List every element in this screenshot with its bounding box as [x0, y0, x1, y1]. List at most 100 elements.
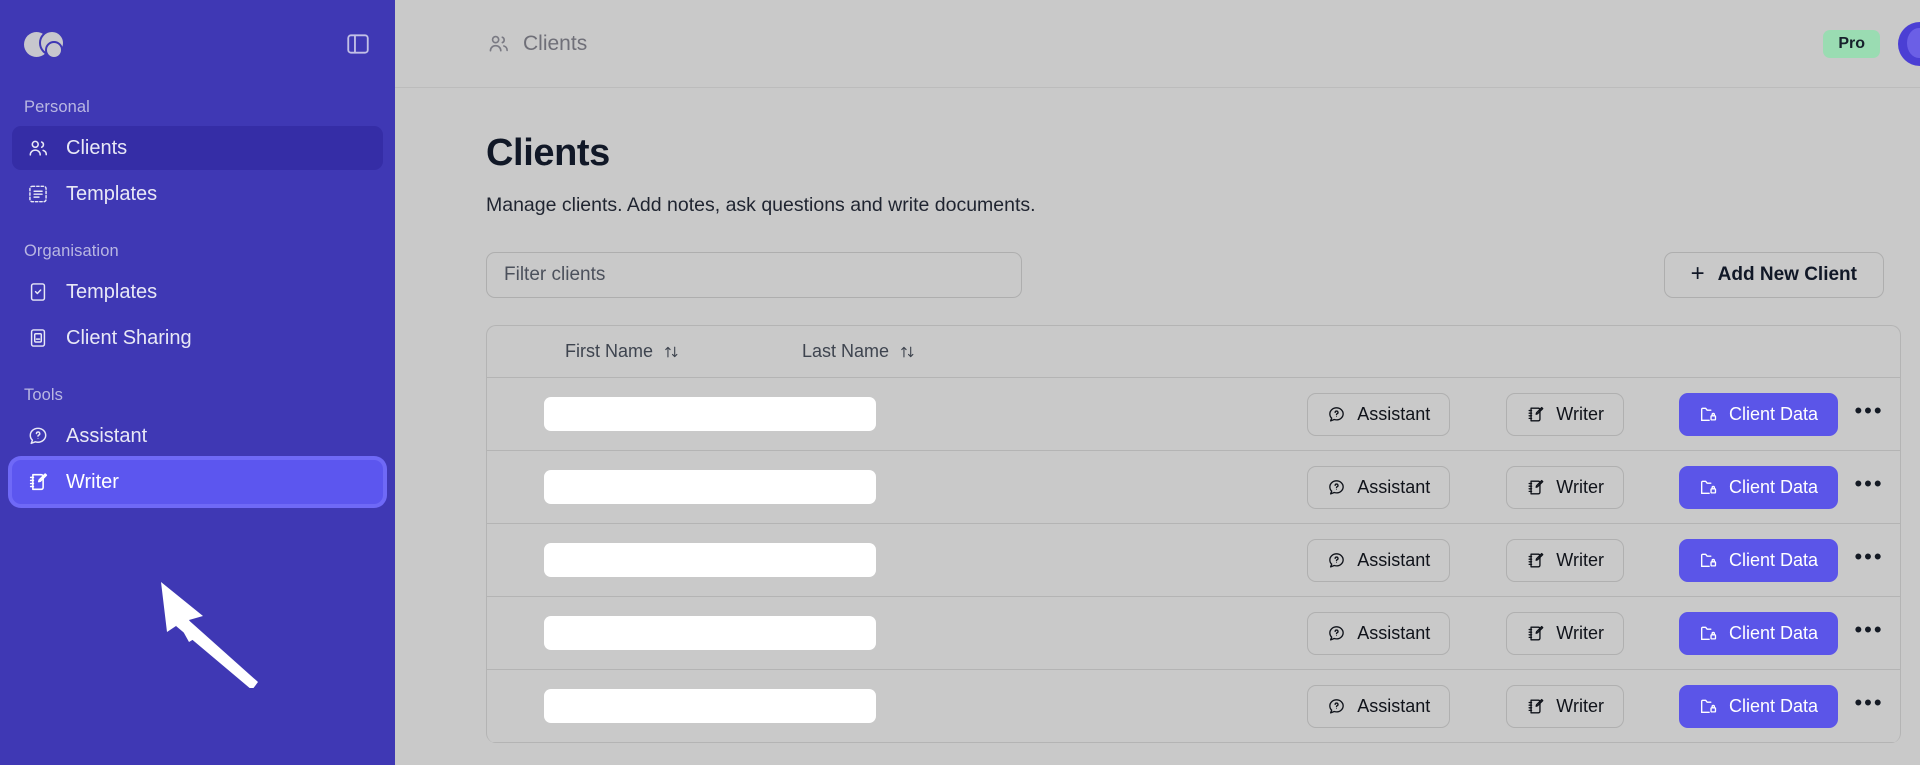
- redacted-client-name: [544, 470, 876, 504]
- column-header-label: First Name: [565, 341, 653, 362]
- folder-lock-icon: [1699, 697, 1718, 716]
- assistant-button[interactable]: Assistant: [1307, 393, 1450, 436]
- assistant-button[interactable]: Assistant: [1307, 612, 1450, 655]
- assistant-button[interactable]: Assistant: [1307, 685, 1450, 728]
- table-row[interactable]: Assistant Writer: [487, 378, 1900, 451]
- collapse-panel-icon[interactable]: [345, 31, 371, 57]
- row-action-buttons: Assistant Writer: [1307, 466, 1900, 509]
- sidebar-item-client-sharing[interactable]: Client Sharing: [12, 316, 383, 360]
- table-row[interactable]: Assistant Writer: [487, 597, 1900, 670]
- client-data-button[interactable]: Client Data: [1679, 685, 1838, 728]
- table-row[interactable]: Assistant Writer: [487, 670, 1900, 743]
- row-action-buttons: Assistant Writer: [1307, 685, 1900, 728]
- row-more-options-button[interactable]: •••: [1838, 619, 1900, 647]
- row-action-buttons: Assistant Writer: [1307, 393, 1900, 436]
- chat-question-icon: [1327, 551, 1346, 570]
- writer-button[interactable]: Writer: [1506, 393, 1624, 436]
- assistant-button[interactable]: Assistant: [1307, 539, 1450, 582]
- table-body: Assistant Writer: [487, 378, 1900, 743]
- sidebar-item-label: Client Sharing: [66, 327, 192, 350]
- assistant-button[interactable]: Assistant: [1307, 466, 1450, 509]
- top-bar: Clients Pro: [395, 0, 1920, 88]
- writer-label: Writer: [1556, 696, 1604, 717]
- sidebar-item-label: Assistant: [66, 425, 147, 448]
- top-bar-right: Pro: [1823, 22, 1920, 66]
- add-new-client-button[interactable]: + Add New Client: [1664, 252, 1884, 298]
- writer-button[interactable]: Writer: [1506, 612, 1624, 655]
- chat-question-icon: [1327, 478, 1346, 497]
- assistant-label: Assistant: [1357, 477, 1430, 498]
- sidebar-item-personal-templates[interactable]: Templates: [12, 172, 383, 216]
- assistant-label: Assistant: [1357, 623, 1430, 644]
- notebook-pencil-icon: [1526, 697, 1545, 716]
- filter-clients-input[interactable]: [486, 252, 1022, 298]
- id-card-icon: [26, 326, 50, 350]
- row-more-options-button[interactable]: •••: [1838, 692, 1900, 720]
- row-action-buttons: Assistant Writer: [1307, 539, 1900, 582]
- notebook-pencil-icon: [1526, 405, 1545, 424]
- sidebar-header: [12, 0, 383, 88]
- assistant-label: Assistant: [1357, 696, 1430, 717]
- plus-icon: +: [1691, 262, 1705, 286]
- table-header-row: First Name Last Name: [487, 326, 1900, 378]
- client-data-button[interactable]: Client Data: [1679, 393, 1838, 436]
- table-toolbar: + Add New Client: [486, 252, 1884, 298]
- sidebar-item-label: Templates: [66, 281, 157, 304]
- client-data-button[interactable]: Client Data: [1679, 466, 1838, 509]
- sidebar: Personal Clients: [0, 0, 395, 765]
- user-avatar[interactable]: [1898, 22, 1920, 66]
- sidebar-item-org-templates[interactable]: Templates: [12, 270, 383, 314]
- sidebar-item-clients[interactable]: Clients: [12, 126, 383, 170]
- redacted-client-name: [544, 616, 876, 650]
- template-icon: [26, 182, 50, 206]
- sidebar-item-label: Templates: [66, 183, 157, 206]
- table-row[interactable]: Assistant Writer: [487, 451, 1900, 524]
- column-header-last-name[interactable]: Last Name: [802, 341, 915, 362]
- sidebar-item-writer[interactable]: Writer: [12, 460, 383, 504]
- page-subtitle: Manage clients. Add notes, ask questions…: [486, 194, 1884, 217]
- users-icon: [486, 32, 510, 56]
- writer-label: Writer: [1556, 477, 1604, 498]
- notebook-pencil-icon: [26, 470, 50, 494]
- app-root: Personal Clients: [0, 0, 1920, 765]
- main-area: Clients Pro Clients Manage clients. Add …: [395, 0, 1920, 765]
- row-more-options-button[interactable]: •••: [1838, 400, 1900, 428]
- page-breadcrumb-title: Clients: [523, 32, 587, 56]
- row-more-options-button[interactable]: •••: [1838, 546, 1900, 574]
- redacted-client-name: [544, 689, 876, 723]
- table-row[interactable]: Assistant Writer: [487, 524, 1900, 597]
- folder-lock-icon: [1699, 478, 1718, 497]
- writer-button[interactable]: Writer: [1506, 685, 1624, 728]
- writer-button[interactable]: Writer: [1506, 466, 1624, 509]
- client-data-button[interactable]: Client Data: [1679, 612, 1838, 655]
- row-more-options-button[interactable]: •••: [1838, 473, 1900, 501]
- column-header-first-name[interactable]: First Name: [565, 341, 802, 362]
- client-data-label: Client Data: [1729, 696, 1818, 717]
- white-arrow-pointer: [160, 578, 270, 688]
- sidebar-item-assistant[interactable]: Assistant: [12, 414, 383, 458]
- sidebar-item-label: Writer: [66, 471, 119, 494]
- document-check-icon: [26, 280, 50, 304]
- notebook-pencil-icon: [1526, 478, 1545, 497]
- sidebar-section-organisation-label: Organisation: [12, 242, 383, 261]
- page-content: Clients Manage clients. Add notes, ask q…: [395, 88, 1920, 765]
- sidebar-section-personal-label: Personal: [12, 98, 383, 117]
- overlapping-circles-logo[interactable]: [24, 30, 64, 58]
- folder-lock-icon: [1699, 624, 1718, 643]
- notebook-pencil-icon: [1526, 624, 1545, 643]
- folder-lock-icon: [1699, 551, 1718, 570]
- chat-question-icon: [1327, 405, 1346, 424]
- sidebar-section-tools-label: Tools: [12, 386, 383, 405]
- client-data-label: Client Data: [1729, 550, 1818, 571]
- status-badge-pro[interactable]: Pro: [1823, 30, 1880, 58]
- chat-question-icon: [1327, 697, 1346, 716]
- client-data-button[interactable]: Client Data: [1679, 539, 1838, 582]
- row-action-buttons: Assistant Writer: [1307, 612, 1900, 655]
- notebook-pencil-icon: [1526, 551, 1545, 570]
- clients-table: First Name Last Name: [486, 325, 1901, 743]
- folder-lock-icon: [1699, 405, 1718, 424]
- writer-button[interactable]: Writer: [1506, 539, 1624, 582]
- sort-icon: [664, 344, 679, 360]
- writer-label: Writer: [1556, 550, 1604, 571]
- column-header-label: Last Name: [802, 341, 889, 362]
